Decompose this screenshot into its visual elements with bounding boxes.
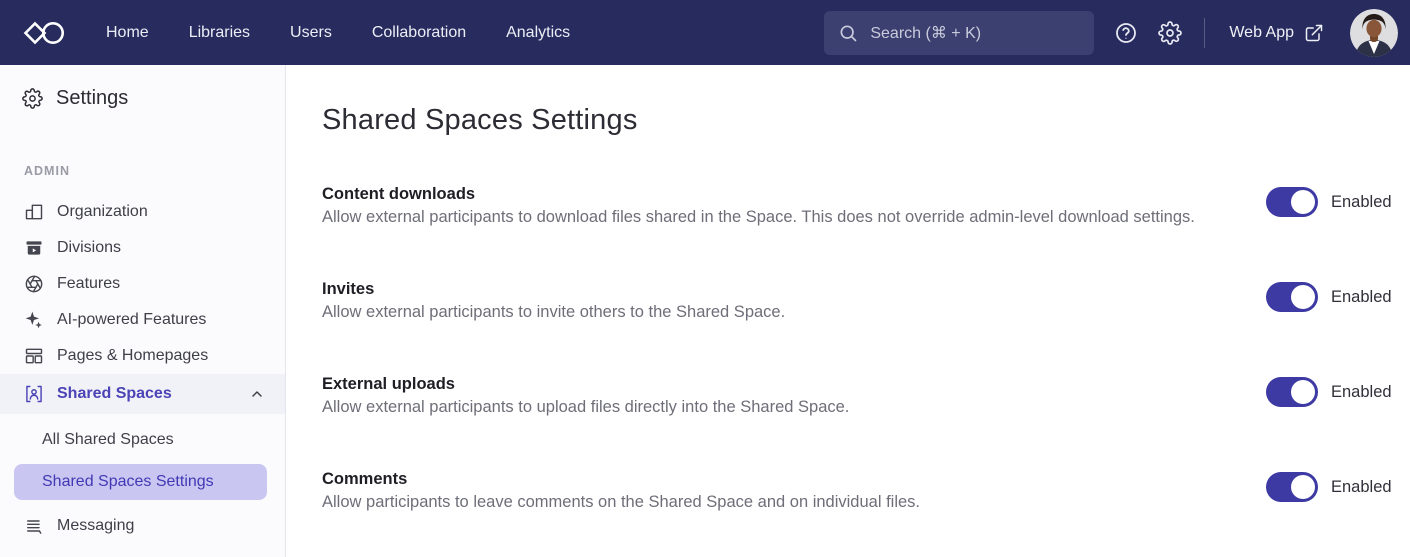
setting-text: Content downloads Allow external partici… — [322, 183, 1266, 229]
external-link-icon — [1304, 23, 1324, 43]
help-button[interactable] — [1114, 21, 1138, 45]
setting-row-comments: Comments Allow participants to leave com… — [322, 468, 1390, 514]
setting-name: Content downloads — [322, 183, 1236, 206]
settings-sidebar: Settings ADMIN Organization — [0, 65, 286, 557]
toggle-knob — [1291, 475, 1315, 499]
web-app-label: Web App — [1229, 24, 1294, 42]
sidebar-item-shared-spaces[interactable]: Shared Spaces — [0, 374, 285, 414]
search-placeholder: Search (⌘ + K) — [870, 23, 981, 43]
toggle-knob — [1291, 380, 1315, 404]
web-app-link[interactable]: Web App — [1229, 23, 1324, 43]
nav-divider — [1204, 18, 1205, 48]
sidebar-title: Settings — [56, 87, 128, 110]
setting-row-content-downloads: Content downloads Allow external partici… — [322, 183, 1390, 229]
toggle-knob — [1291, 190, 1315, 214]
sidebar-item-label: AI-powered Features — [57, 311, 206, 329]
external-uploads-toggle[interactable] — [1266, 377, 1318, 407]
sidebar-subitem-label: Shared Spaces Settings — [42, 473, 214, 491]
infinity-logo-icon — [22, 20, 66, 46]
search-input[interactable]: Search (⌘ + K) — [824, 11, 1094, 55]
setting-text: Invites Allow external participants to i… — [322, 278, 1266, 324]
sidebar-header: Settings — [0, 79, 285, 118]
sidebar-item-label: Shared Spaces — [57, 385, 172, 403]
top-navigation-bar: Home Libraries Users Collaboration Analy… — [0, 0, 1410, 65]
sidebar-item-label: Features — [57, 275, 120, 293]
person-brackets-icon — [24, 384, 44, 404]
primary-nav: Home Libraries Users Collaboration Analy… — [106, 24, 570, 42]
sidebar-item-label: Organization — [57, 203, 148, 221]
toggle-state-label: Enabled — [1331, 383, 1392, 402]
sidebar-item-label: Messaging — [57, 517, 134, 535]
content-downloads-toggle[interactable] — [1266, 187, 1318, 217]
setting-control: Enabled — [1266, 187, 1390, 217]
sidebar-item-organization[interactable]: Organization — [0, 194, 285, 230]
search-icon — [838, 23, 858, 43]
setting-row-invites: Invites Allow external participants to i… — [322, 278, 1390, 324]
page-body: Settings ADMIN Organization — [0, 65, 1410, 557]
sidebar-item-ai-powered-features[interactable]: AI-powered Features — [0, 302, 285, 338]
pinwheel-icon — [24, 274, 44, 294]
setting-control: Enabled — [1266, 472, 1390, 502]
sidebar-subitem-shared-spaces-settings[interactable]: Shared Spaces Settings — [14, 464, 267, 500]
nav-item-users[interactable]: Users — [290, 24, 332, 42]
main-content: Shared Spaces Settings Content downloads… — [286, 65, 1410, 557]
setting-text: Comments Allow participants to leave com… — [322, 468, 1266, 514]
setting-description: Allow external participants to invite ot… — [322, 301, 1236, 324]
setting-description: Allow participants to leave comments on … — [322, 491, 1236, 514]
sidebar-subitem-all-shared-spaces[interactable]: All Shared Spaces — [0, 420, 285, 460]
sidebar-item-features[interactable]: Features — [0, 266, 285, 302]
setting-control: Enabled — [1266, 377, 1390, 407]
toggle-knob — [1291, 285, 1315, 309]
app-logo[interactable] — [22, 20, 66, 46]
archive-box-icon — [24, 238, 44, 258]
sidebar-item-label: Pages & Homepages — [57, 347, 208, 365]
toggle-state-label: Enabled — [1331, 288, 1392, 307]
toggle-state-label: Enabled — [1331, 193, 1392, 212]
layout-icon — [24, 346, 44, 366]
user-avatar[interactable] — [1350, 9, 1398, 57]
sidebar-item-divisions[interactable]: Divisions — [0, 230, 285, 266]
nav-item-collaboration[interactable]: Collaboration — [372, 24, 466, 42]
toggle-state-label: Enabled — [1331, 478, 1392, 497]
settings-list: Content downloads Allow external partici… — [322, 183, 1390, 514]
nav-item-analytics[interactable]: Analytics — [506, 24, 570, 42]
setting-row-external-uploads: External uploads Allow external particip… — [322, 373, 1390, 419]
setting-text: External uploads Allow external particip… — [322, 373, 1266, 419]
setting-description: Allow external participants to download … — [322, 206, 1236, 229]
sidebar-subitem-label: All Shared Spaces — [42, 431, 174, 449]
comments-toggle[interactable] — [1266, 472, 1318, 502]
invites-toggle[interactable] — [1266, 282, 1318, 312]
sidebar-item-messaging[interactable]: Messaging — [0, 508, 285, 544]
avatar-image — [1350, 9, 1398, 57]
sidebar-item-pages-homepages[interactable]: Pages & Homepages — [0, 338, 285, 374]
nav-item-home[interactable]: Home — [106, 24, 149, 42]
nav-item-libraries[interactable]: Libraries — [189, 24, 250, 42]
setting-control: Enabled — [1266, 282, 1390, 312]
setting-name: Invites — [322, 278, 1236, 301]
chevron-up-icon — [249, 386, 265, 402]
gear-icon — [1158, 21, 1182, 45]
sidebar-section-label: ADMIN — [24, 164, 285, 178]
settings-button[interactable] — [1158, 21, 1182, 45]
help-icon — [1114, 21, 1138, 45]
page-title: Shared Spaces Settings — [322, 104, 1390, 137]
sparkles-icon — [24, 310, 44, 330]
setting-name: Comments — [322, 468, 1236, 491]
gear-icon — [22, 88, 43, 109]
building-icon — [24, 202, 44, 222]
setting-name: External uploads — [322, 373, 1236, 396]
message-lines-icon — [24, 516, 44, 536]
setting-description: Allow external participants to upload fi… — [322, 396, 1236, 419]
sidebar-item-label: Divisions — [57, 239, 121, 257]
